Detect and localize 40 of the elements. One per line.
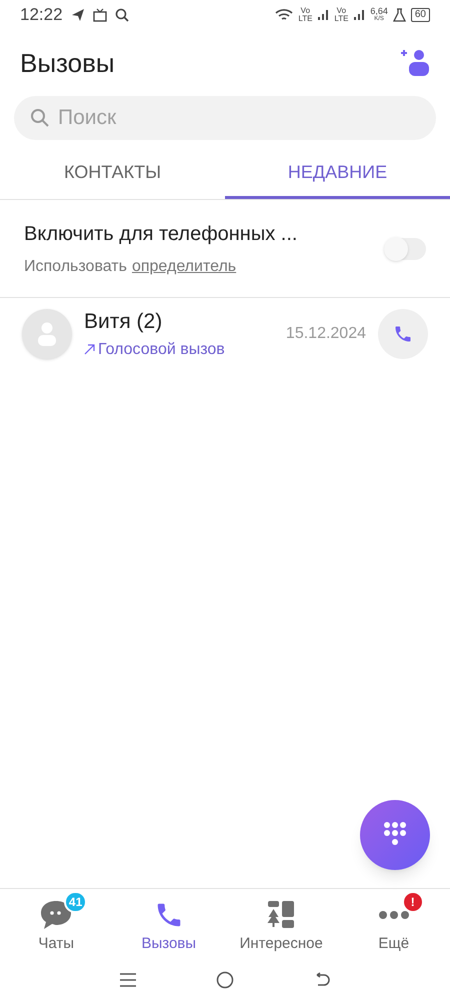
call-type: Голосовой вызов bbox=[98, 340, 225, 360]
wifi-icon bbox=[275, 8, 294, 22]
tiles-icon bbox=[267, 900, 296, 930]
call-button[interactable] bbox=[378, 309, 428, 359]
network-label: Vo LTE bbox=[334, 7, 348, 23]
menu-icon[interactable] bbox=[119, 972, 138, 988]
search-field[interactable]: Поиск bbox=[14, 96, 436, 140]
battery-indicator: 60 bbox=[410, 8, 430, 22]
network-label: Vo LTE bbox=[298, 7, 312, 23]
alert-badge: ! bbox=[402, 891, 424, 913]
speed-value: 6,64 bbox=[370, 7, 388, 15]
contact-name: Витя (2) bbox=[84, 309, 164, 336]
tab[interactable]: КОНТАКТЫ bbox=[0, 148, 225, 199]
home-icon[interactable] bbox=[216, 971, 234, 989]
setting-subtitle: Использовать bbox=[24, 256, 127, 276]
nav-tab[interactable]: Интересное bbox=[225, 889, 338, 960]
setting-title: Включить для телефонных ... bbox=[24, 222, 298, 246]
search-icon bbox=[114, 8, 129, 22]
call-date: 15.12.2024 bbox=[286, 324, 366, 344]
call-row[interactable]: Витя (2) Голосовой вызов 15.12.2024 bbox=[0, 298, 450, 370]
more-icon bbox=[378, 910, 410, 920]
send-icon bbox=[70, 8, 85, 22]
nav-tab[interactable]: Вызовы bbox=[112, 889, 225, 960]
nav-tab[interactable]: 41 Чаты bbox=[0, 889, 112, 960]
count-badge: 41 bbox=[64, 891, 88, 913]
tab[interactable]: НЕДАВНИЕ bbox=[225, 148, 450, 199]
nav-tab[interactable]: ! Ещё bbox=[338, 889, 450, 960]
outgoing-arrow-icon bbox=[84, 344, 95, 356]
avatar bbox=[22, 309, 72, 359]
signal-icon bbox=[353, 9, 366, 21]
page-title: Вызовы bbox=[20, 46, 115, 80]
status-time: 12:22 bbox=[20, 4, 63, 26]
add-contact-icon[interactable] bbox=[400, 48, 430, 78]
search-icon bbox=[30, 108, 50, 128]
caller-id-link[interactable]: определитель bbox=[132, 254, 236, 278]
tv-icon bbox=[92, 8, 107, 22]
phone-icon bbox=[393, 324, 413, 344]
signal-icon bbox=[317, 9, 330, 21]
flask-icon bbox=[392, 8, 406, 22]
toggle-switch[interactable] bbox=[384, 238, 426, 260]
